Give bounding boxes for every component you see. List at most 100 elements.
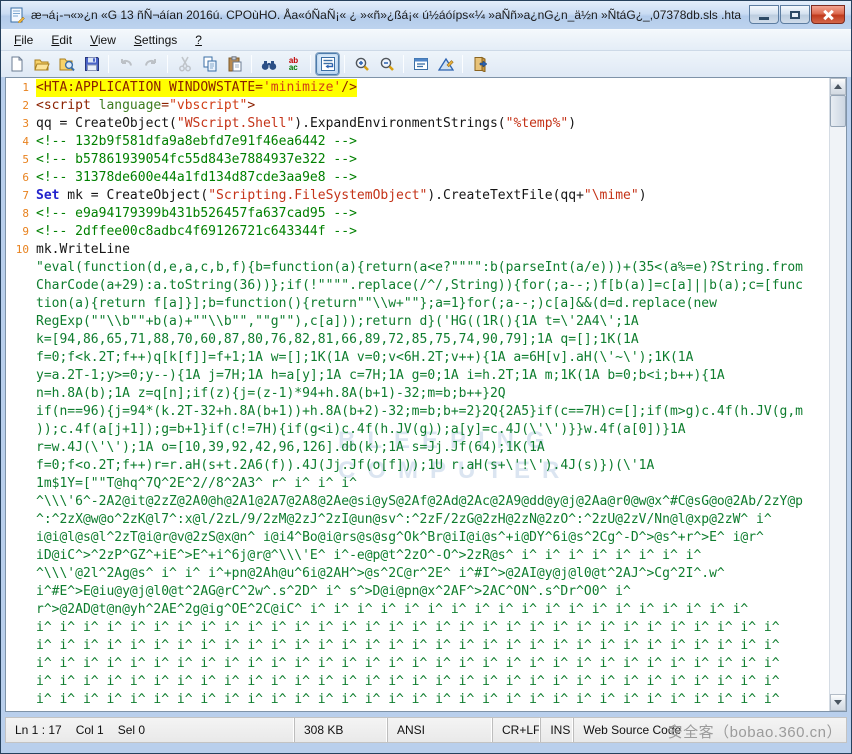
open-file-button[interactable]	[30, 53, 53, 75]
status-encoding[interactable]: ANSI	[387, 718, 492, 742]
exit-button[interactable]	[468, 53, 491, 75]
code-text[interactable]: i^ i^ i^ i^ i^ i^ i^ i^ i^ i^ i^ i^ i^ i…	[36, 691, 829, 709]
menu-view[interactable]: View	[81, 31, 125, 49]
cut-button[interactable]	[173, 53, 196, 75]
line-number[interactable]	[6, 367, 36, 385]
paste-button[interactable]	[223, 53, 246, 75]
line-number[interactable]	[6, 259, 36, 277]
code-text[interactable]: ^:^2zX@w@o^2zK@l7^:x@l/2zL/9/2zM@2zJ^2zI…	[36, 511, 829, 529]
save-button[interactable]	[80, 53, 103, 75]
code-text[interactable]: 1m$1Y=[""T@hq^7Q^2E^2//8^2A3^ r^ i^ i^ i…	[36, 475, 829, 493]
code-text[interactable]: Set mk = CreateObject("Scripting.FileSys…	[36, 187, 829, 205]
line-number[interactable]: 2	[6, 97, 36, 115]
editor-rows[interactable]: BLEEPING COMPUTER 1<HTA:APPLICATION WIND…	[6, 78, 829, 711]
line-number[interactable]	[6, 619, 36, 637]
code-text[interactable]: i^#E^>E@iu@y@j@l0@t^2AG@rC^2w^.s^2D^ i^ …	[36, 583, 829, 601]
code-text[interactable]: <!-- b57861939054fc55d843e7884937e322 --…	[36, 151, 829, 169]
line-number[interactable]: 1	[6, 79, 36, 97]
line-number[interactable]	[6, 313, 36, 331]
menu-edit[interactable]: Edit	[42, 31, 81, 49]
code-text[interactable]: <HTA:APPLICATION WINDOWSTATE='minimize'/…	[36, 79, 357, 97]
line-number[interactable]	[6, 529, 36, 547]
zoom-in-button[interactable]	[350, 53, 373, 75]
settings-button[interactable]	[409, 53, 432, 75]
code-text[interactable]: k=[94,86,65,71,88,70,60,87,80,76,82,81,6…	[36, 331, 829, 349]
code-text[interactable]: r^>@2AD@t@n@yh^2AE^2g@ig^OE^2C@iC^ i^ i^…	[36, 601, 829, 619]
line-number[interactable]	[6, 655, 36, 673]
code-text[interactable]: i^ i^ i^ i^ i^ i^ i^ i^ i^ i^ i^ i^ i^ i…	[36, 637, 829, 655]
code-text[interactable]: mk.WriteLine	[36, 241, 829, 259]
line-number[interactable]: 7	[6, 187, 36, 205]
scroll-up-button[interactable]	[830, 78, 846, 95]
line-number[interactable]	[6, 511, 36, 529]
line-number[interactable]	[6, 691, 36, 709]
menu-file[interactable]: File	[5, 31, 42, 49]
minimize-button[interactable]	[749, 5, 779, 24]
line-number[interactable]	[6, 475, 36, 493]
menu-settings[interactable]: Settings	[125, 31, 186, 49]
line-number[interactable]	[6, 601, 36, 619]
code-text[interactable]: <!-- 132b9f581dfa9a8ebfd7e91f46ea6442 --…	[36, 133, 829, 151]
line-number[interactable]	[6, 565, 36, 583]
maximize-button[interactable]	[780, 5, 810, 24]
code-text[interactable]: ^\\\'@2l^2Ag@s^ i^ i^ i^+pn@2Ah@u^6i@2AH…	[36, 565, 829, 583]
redo-button[interactable]	[139, 53, 162, 75]
code-text[interactable]: ^\\\'6^-2A2@it@2zZ@2A0@h@2A1@2A7@2A8@2Ae…	[36, 493, 829, 511]
line-number[interactable]	[6, 673, 36, 691]
code-text[interactable]: qq = CreateObject("WScript.Shell").Expan…	[36, 115, 829, 133]
browse-button[interactable]	[55, 53, 78, 75]
scrollbar-thumb[interactable]	[830, 95, 846, 127]
line-number[interactable]	[6, 295, 36, 313]
line-number[interactable]	[6, 277, 36, 295]
code-text[interactable]: CharCode(a+29):a.toString(36))};if(!""""…	[36, 277, 829, 295]
code-text[interactable]: f=0;f<k.2T;f++)q[k[f]]=f+1;1A w=[];1K(1A…	[36, 349, 829, 367]
copy-button[interactable]	[198, 53, 221, 75]
menu-help[interactable]: ?	[186, 31, 211, 49]
line-number[interactable]	[6, 493, 36, 511]
code-text[interactable]: n=h.8A(b);1A z=q[n];if(z){j=(z-1)*94+h.8…	[36, 385, 829, 403]
code-text[interactable]: <!-- e9a94179399b431b526457fa637cad95 --…	[36, 205, 829, 223]
code-text[interactable]: ));c.4f(a[j+1]);g=b+1}if(c!=7H){if(g<i)c…	[36, 421, 829, 439]
code-text[interactable]: <!-- 2dffee00c8adbc4f69126721c643344f --…	[36, 223, 829, 241]
line-number[interactable]	[6, 457, 36, 475]
code-text[interactable]: y=a.2T-1;y>=0;y--){1A j=7H;1A h=a[y];1A …	[36, 367, 829, 385]
new-file-button[interactable]	[5, 53, 28, 75]
editor[interactable]: BLEEPING COMPUTER 1<HTA:APPLICATION WIND…	[5, 77, 847, 712]
line-number[interactable]	[6, 385, 36, 403]
vertical-scrollbar[interactable]	[829, 78, 846, 711]
status-eol-mode[interactable]: CR+LF	[492, 718, 540, 742]
scrollbar-track[interactable]	[830, 95, 846, 694]
code-text[interactable]: i^ i^ i^ i^ i^ i^ i^ i^ i^ i^ i^ i^ i^ i…	[36, 655, 829, 673]
code-text[interactable]: if(n==96){j=94*(k.2T-32+h.8A(b+1))+h.8A(…	[36, 403, 829, 421]
line-number[interactable]: 6	[6, 169, 36, 187]
title-bar[interactable]: æ¬á¡-¬«»¿n «G 13 ñÑ¬áían 2016ú. CPOùHO. …	[1, 1, 851, 29]
line-number[interactable]: 9	[6, 223, 36, 241]
code-text[interactable]: i@i@l@s@l^2zT@i@r@v@2zS@x@n^ i@i4^Bo@i@r…	[36, 529, 829, 547]
line-number[interactable]: 4	[6, 133, 36, 151]
line-number[interactable]	[6, 547, 36, 565]
close-button[interactable]	[811, 5, 845, 24]
line-number[interactable]	[6, 403, 36, 421]
scroll-down-button[interactable]	[830, 694, 846, 711]
status-insert-mode[interactable]: INS	[540, 718, 573, 742]
line-number[interactable]: 8	[6, 205, 36, 223]
line-number[interactable]	[6, 349, 36, 367]
code-text[interactable]: f=0;f<o.2T;f++)r=r.aH(s+t.2A6(f)).4J(Jj.…	[36, 457, 829, 475]
line-number[interactable]	[6, 439, 36, 457]
line-number[interactable]	[6, 637, 36, 655]
find-button[interactable]	[257, 53, 280, 75]
scheme-config-button[interactable]	[434, 53, 457, 75]
code-text[interactable]: i^ i^ i^ i^ i^ i^ i^ i^ i^ i^ i^ i^ i^ i…	[36, 619, 829, 637]
zoom-out-button[interactable]	[375, 53, 398, 75]
code-text[interactable]: <!-- 31378de600e44a1fd134d87cde3aa9e8 --…	[36, 169, 829, 187]
code-text[interactable]: "eval(function(d,e,a,c,b,f){b=function(a…	[36, 259, 829, 277]
line-number[interactable]: 3	[6, 115, 36, 133]
code-text[interactable]: r=w.4J(\'\');1A o=[10,39,92,42,96,126].d…	[36, 439, 829, 457]
undo-button[interactable]	[114, 53, 137, 75]
code-text[interactable]: tion(a){return f[a]}];b=function(){retur…	[36, 295, 829, 313]
code-text[interactable]: RegExp(""\\b""+b(a)+""\\b"",""g""),c[a])…	[36, 313, 829, 331]
word-wrap-button[interactable]	[316, 53, 339, 75]
code-text[interactable]: i^ i^ i^ i^ i^ i^ i^ i^ i^ i^ i^ i^ i^ i…	[36, 673, 829, 691]
line-number[interactable]	[6, 331, 36, 349]
line-number[interactable]	[6, 421, 36, 439]
